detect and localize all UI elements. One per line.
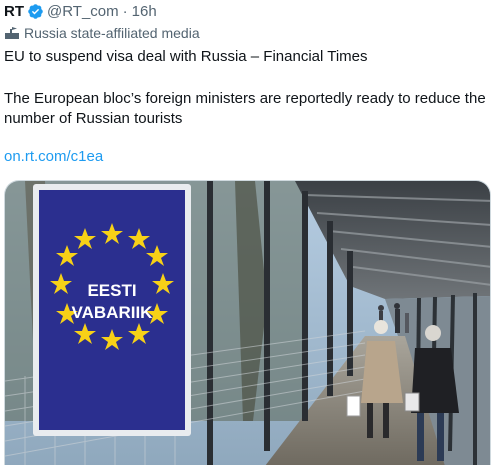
tweet-body: The European bloc’s foreign ministers ar… (4, 90, 486, 127)
estonia-border-sign: EESTI VABARIIK (33, 184, 191, 436)
podium-icon (4, 26, 20, 40)
sign-line1: EESTI (87, 281, 136, 300)
state-media-label-text: Russia state-affiliated media (24, 25, 200, 41)
tweet-headline: EU to suspend visa deal with Russia – Fi… (4, 48, 368, 65)
sign-line2: VABARIIK (72, 303, 154, 322)
author-handle[interactable]: @RT_com (47, 3, 119, 20)
tweet-link[interactable]: on.rt.com/c1ea (4, 148, 103, 165)
author-name[interactable]: RT (4, 3, 24, 20)
separator-dot: · (122, 2, 128, 20)
tweet-timestamp[interactable]: 16h (132, 3, 157, 20)
border-crossing-photo: EESTI VABARIIK (5, 181, 490, 465)
state-media-label[interactable]: Russia state-affiliated media (4, 24, 200, 42)
tweet-header: RT @RT_com · 16h (4, 1, 157, 21)
verified-badge-icon (27, 3, 44, 20)
tweet-image[interactable]: EESTI VABARIIK (4, 180, 491, 465)
